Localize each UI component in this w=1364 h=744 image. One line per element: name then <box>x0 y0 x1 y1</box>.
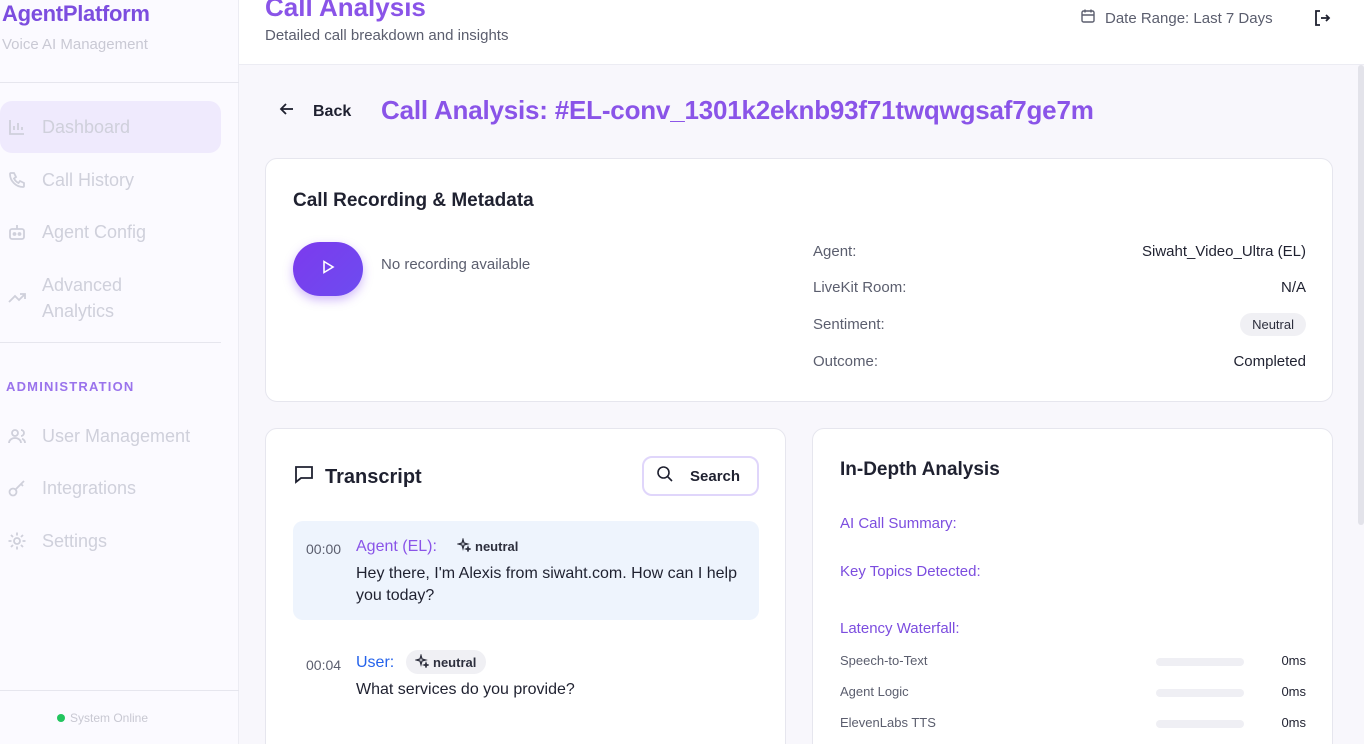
sidebar-item-dashboard[interactable]: Dashboard <box>0 101 221 153</box>
sidebar-item-label: Call History <box>42 169 135 190</box>
sidebar-item-settings[interactable]: Settings <box>0 528 221 554</box>
sidebar-item-integrations[interactable]: Integrations <box>0 475 221 501</box>
bar-chart-icon <box>6 116 28 138</box>
message-square-icon <box>293 463 315 491</box>
brand-logo[interactable]: AgentPlatform <box>2 1 150 27</box>
key-icon <box>6 477 28 499</box>
recording-metadata-card: Call Recording & Metadata No recording a… <box>265 158 1333 402</box>
users-icon <box>6 425 28 447</box>
sidebar-divider <box>0 690 239 691</box>
latency-row: ElevenLabs TTS 0ms <box>840 715 1306 733</box>
latency-name: Agent Logic <box>840 684 909 699</box>
latency-value: 0ms <box>1281 653 1306 668</box>
transcript-message: 00:04 User: neutral What services do you… <box>293 637 759 717</box>
meta-row-outcome: Outcome: Completed <box>813 353 1306 370</box>
meta-key: Agent: <box>813 243 857 260</box>
sidebar-item-label: Integrations <box>42 477 137 498</box>
sidebar: AgentPlatform Voice AI Management Dashbo… <box>0 0 239 744</box>
latency-name: ElevenLabs TTS <box>840 715 936 730</box>
meta-key: LiveKit Room: <box>813 279 907 296</box>
back-label: Back <box>313 102 352 120</box>
sentiment-badge: Neutral <box>1240 313 1306 336</box>
no-recording-text: No recording available <box>381 256 531 273</box>
sentiment-tag: neutral <box>406 650 487 674</box>
phone-icon <box>6 169 28 191</box>
bot-icon <box>6 221 28 243</box>
latency-value: 0ms <box>1281 715 1306 730</box>
back-button[interactable]: Back <box>279 101 351 122</box>
sidebar-item-label: Dashboard <box>42 116 131 137</box>
latency-row: Speech-to-Text 0ms <box>840 653 1306 671</box>
sidebar-item-user-management[interactable]: User Management <box>0 423 221 449</box>
section-label-administration: ADMINISTRATION <box>6 379 135 394</box>
key-topics-label: Key Topics Detected: <box>840 563 981 580</box>
meta-key: Outcome: <box>813 353 879 370</box>
latency-bar <box>1156 689 1244 697</box>
sidebar-item-call-history[interactable]: Call History <box>0 167 221 193</box>
latency-row: Agent Logic 0ms <box>840 684 1306 702</box>
card-title: In-Depth Analysis <box>840 459 1000 480</box>
meta-value: N/A <box>1280 279 1306 296</box>
calendar-icon <box>1080 8 1096 28</box>
meta-value: Siwaht_Video_Ultra (EL) <box>1142 243 1306 260</box>
system-status: System Online <box>57 711 148 725</box>
transcript-card: Transcript Search 00:00 Agent (EL): neut… <box>265 428 786 744</box>
sparkles-icon <box>414 652 431 671</box>
sidebar-item-label: Settings <box>42 530 108 551</box>
page-title: Call Analysis <box>265 0 426 22</box>
meta-row-sentiment: Sentiment: Neutral <box>813 313 1306 336</box>
latency-name: Speech-to-Text <box>840 653 928 668</box>
sidebar-item-advanced-analytics[interactable]: Advanced Analytics <box>0 272 221 324</box>
transcript-message: 00:00 Agent (EL): neutral Hey there, I'm… <box>293 521 759 620</box>
sentiment-tag: neutral <box>448 534 528 558</box>
status-dot-icon <box>57 714 65 722</box>
latency-bar <box>1156 720 1244 728</box>
message-text: What services do you provide? <box>356 681 575 698</box>
page-scrollbar[interactable] <box>1358 65 1364 525</box>
play-button[interactable] <box>293 242 363 296</box>
date-range-label: Date Range: Last 7 Days <box>1105 9 1273 27</box>
brand-subtitle: Voice AI Management <box>2 36 148 53</box>
message-speaker: User: <box>356 654 395 671</box>
sidebar-item-label: Agent Config <box>42 221 147 242</box>
meta-row-livekit-room: LiveKit Room: N/A <box>813 279 1306 296</box>
logout-icon[interactable] <box>1312 8 1332 28</box>
sidebar-item-label: Advanced Analytics <box>42 275 123 321</box>
search-icon <box>656 465 674 487</box>
transcript-title: Transcript <box>325 465 422 488</box>
sentiment-label: neutral <box>433 654 477 670</box>
message-speaker: Agent (EL): <box>356 538 437 555</box>
latency-value: 0ms <box>1281 684 1306 699</box>
sidebar-divider <box>0 342 221 343</box>
gear-icon <box>6 530 28 552</box>
card-title: Call Recording & Metadata <box>293 190 534 211</box>
analysis-card: In-Depth Analysis AI Call Summary: Key T… <box>812 428 1333 744</box>
sidebar-divider <box>0 82 239 83</box>
sidebar-item-agent-config[interactable]: Agent Config <box>0 219 221 245</box>
arrow-left-icon <box>279 101 295 122</box>
latency-bar <box>1156 658 1244 666</box>
latency-waterfall-label: Latency Waterfall: <box>840 620 960 637</box>
search-button[interactable]: Search <box>642 456 759 496</box>
page-subtitle: Detailed call breakdown and insights <box>265 27 509 44</box>
system-status-label: System Online <box>70 711 149 725</box>
meta-value: Completed <box>1233 353 1306 370</box>
sentiment-label: neutral <box>475 538 519 554</box>
message-time: 00:04 <box>306 657 342 673</box>
sidebar-item-label: User Management <box>42 425 191 446</box>
page-header: Call Analysis Detailed call breakdown an… <box>239 0 1364 65</box>
message-text: Hey there, I'm Alexis from siwaht.com. H… <box>356 565 737 604</box>
ai-summary-label: AI Call Summary: <box>840 515 957 532</box>
message-time: 00:00 <box>306 541 342 557</box>
meta-key: Sentiment: <box>813 316 885 333</box>
trending-up-icon <box>6 286 28 308</box>
search-label: Search <box>690 467 741 485</box>
date-range-button[interactable]: Date Range: Last 7 Days <box>1080 8 1273 28</box>
play-icon <box>320 259 336 280</box>
sparkles-icon <box>456 536 473 555</box>
transcript-header: Transcript <box>293 463 422 491</box>
meta-row-agent: Agent: Siwaht_Video_Ultra (EL) <box>813 243 1306 260</box>
call-title: Call Analysis: #EL-conv_1301k2eknb93f71t… <box>381 95 1094 125</box>
